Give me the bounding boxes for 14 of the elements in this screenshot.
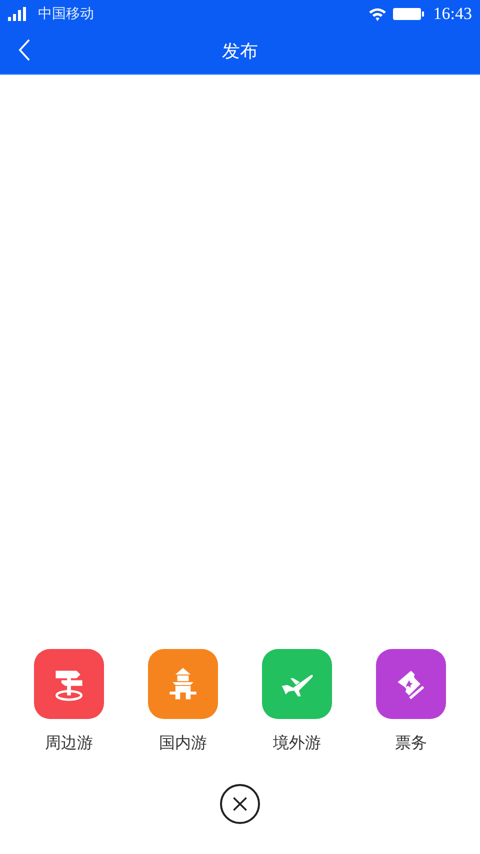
category-button[interactable]: 周边游 bbox=[34, 649, 104, 754]
back-icon bbox=[18, 39, 31, 61]
clock-time: 16:43 bbox=[433, 4, 472, 24]
back-button[interactable] bbox=[18, 39, 31, 61]
close-icon bbox=[231, 795, 249, 813]
category-button[interactable]: 票务 bbox=[376, 649, 446, 754]
category-button[interactable]: 国内游 bbox=[148, 649, 218, 754]
battery-icon bbox=[393, 7, 426, 21]
category-button[interactable]: 境外游 bbox=[262, 649, 332, 754]
signal-icon bbox=[8, 7, 28, 21]
carrier-name: 中国移动 bbox=[38, 5, 94, 23]
wifi-icon bbox=[368, 6, 388, 22]
page-title: 发布 bbox=[222, 40, 258, 63]
close-button[interactable] bbox=[220, 784, 260, 824]
